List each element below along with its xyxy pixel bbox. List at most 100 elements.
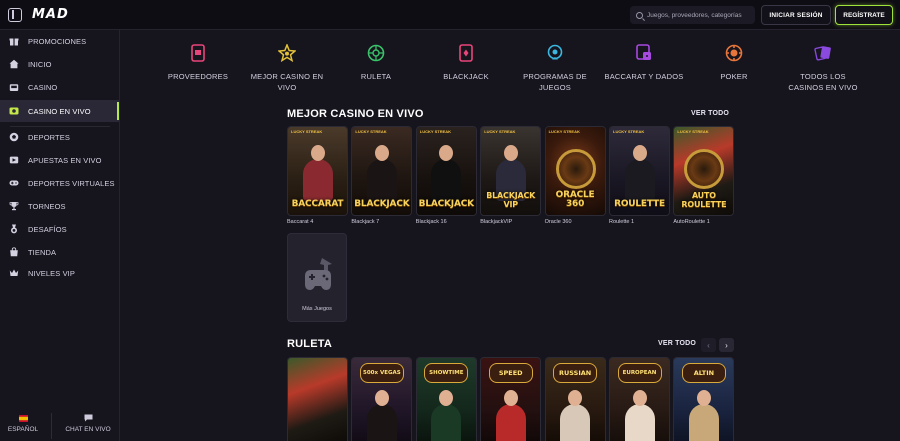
next-arrow-button[interactable]: ›: [719, 338, 734, 352]
roulette-game-card[interactable]: SHOWTIME: [415, 357, 477, 441]
game-card-title-art: SPEED: [488, 363, 533, 383]
see-all-best-live[interactable]: VER TODO: [691, 110, 729, 117]
game-card-label[interactable]: Oracle 360: [545, 219, 572, 225]
roulette-game-card[interactable]: EUROPEAN: [609, 357, 670, 441]
sidebar-item-label: DESAFÍOS: [28, 224, 67, 234]
spain-flag-icon: [18, 413, 28, 423]
medal-icon: [9, 224, 19, 234]
sidebar-item-deportes-virtuales[interactable]: DEPORTES VIRTUALES: [0, 172, 119, 194]
site-logo[interactable]: MAD: [32, 7, 69, 22]
home-icon: [9, 59, 19, 69]
dice-icon: [635, 44, 653, 62]
soccer-ball-icon: [9, 132, 19, 142]
language-label: ESPAÑOL: [7, 426, 39, 433]
sidebar-item-torneos[interactable]: TORNEOS: [0, 195, 119, 217]
roulette-game-card[interactable]: LUCKY STREAKAUTO ROULETTE: [287, 357, 348, 441]
dealer-figure: [624, 390, 655, 441]
game-card-title-art: EUROPEAN: [617, 363, 662, 383]
sidebar-item-label: APUESTAS EN VIVO: [28, 155, 102, 165]
category-ruleta[interactable]: RULETA: [336, 44, 416, 82]
sidebar-item-promociones[interactable]: PROMOCIONES: [0, 30, 119, 52]
roulette-icon: [367, 44, 385, 62]
game-card[interactable]: LUCKY STREAK BLACKJACK VIP: [480, 126, 542, 216]
category-baccarat-y-dados[interactable]: BACCARAT Y DADOS: [604, 44, 684, 82]
providers-icon: [189, 44, 207, 62]
game-card-label[interactable]: BlackjackVIP: [480, 219, 512, 225]
prev-arrow-button[interactable]: ‹: [701, 338, 716, 352]
roulette-wheel-graphic: [555, 149, 596, 189]
game-card-title-art: BACCARAT: [291, 199, 344, 209]
category-blackjack[interactable]: BLACKJACK: [426, 44, 506, 82]
category-label: MEJOR CASINO EN VIVO: [250, 72, 324, 92]
game-card-title-art: SHOWTIME: [424, 363, 469, 383]
game-card-label[interactable]: Blackjack 16: [416, 219, 447, 225]
dealer-figure: [431, 145, 462, 201]
shop-icon: [9, 247, 19, 257]
login-button[interactable]: INICIAR SESIÓN: [761, 5, 831, 25]
search-input[interactable]: [647, 11, 752, 19]
game-card-title-art: BLACKJACK: [418, 199, 474, 209]
category-poker[interactable]: POKER: [694, 44, 774, 82]
game-card[interactable]: LUCKY STREAK ORACLE 360: [544, 126, 606, 216]
category-label: POKER: [720, 72, 748, 81]
game-card-label[interactable]: Roulette 1: [609, 219, 634, 225]
game-card-title-art: ORACLE 360: [555, 190, 595, 209]
sidebar-item-deportes[interactable]: DEPORTES: [0, 126, 119, 148]
category-todos-los-casinos[interactable]: TODOS LOS CASINOS EN VIVO: [783, 44, 863, 93]
game-card[interactable]: LUCKY STREAK ROULETTE: [609, 126, 670, 216]
game-card-label[interactable]: AutoRoulette 1: [673, 219, 709, 225]
roulette-game-card[interactable]: ALTIN: [673, 357, 735, 441]
category-label: PROGRAMAS DE JUEGOS: [523, 72, 587, 92]
provider-logo: LUCKY STREAK: [419, 129, 452, 134]
sidebar-item-desafios[interactable]: DESAFÍOS: [0, 218, 119, 240]
roulette-game-card[interactable]: 500x VEGAS: [351, 357, 413, 441]
game-card[interactable]: LUCKY STREAK BLACKJACK: [415, 126, 477, 216]
more-games-card[interactable]: Más Juegos: [287, 233, 347, 322]
sidebar-item-label: DEPORTES: [28, 132, 70, 142]
category-label: BACCARAT Y DADOS: [604, 72, 684, 81]
sidebar-item-niveles-vip[interactable]: NIVELES VIP: [0, 262, 119, 284]
game-card-label[interactable]: Baccarat 4: [287, 219, 313, 225]
game-card[interactable]: LUCKY STREAK BACCARAT: [287, 126, 348, 216]
live-chat-button[interactable]: CHAT EN VIVO: [60, 413, 116, 433]
dealer-figure: [560, 390, 591, 441]
sidebar-item-inicio[interactable]: INICIO: [0, 53, 119, 75]
sidebar-toggle-icon[interactable]: [8, 8, 22, 22]
sidebar-item-label: TORNEOS: [28, 201, 66, 211]
category-proveedores[interactable]: PROVEEDORES: [158, 44, 238, 82]
game-card[interactable]: LUCKY STREAK BLACKJACK: [351, 126, 413, 216]
game-card-art: [288, 358, 347, 441]
category-programas-de-juegos[interactable]: PROGRAMAS DE JUEGOS: [515, 44, 595, 93]
chat-icon: [84, 413, 93, 423]
chevron-right-icon: ›: [725, 340, 728, 350]
section-title-ruleta: RULETA: [287, 338, 332, 350]
dealer-figure: [495, 390, 526, 441]
sidebar-item-apuestas-en-vivo[interactable]: APUESTAS EN VIVO: [0, 149, 119, 171]
dealer-figure: [624, 145, 655, 201]
sidebar-item-casino-en-vivo[interactable]: CASINO EN VIVO: [0, 100, 119, 122]
category-label: BLACKJACK: [443, 72, 489, 81]
sidebar-item-casino[interactable]: CASINO: [0, 76, 119, 98]
dealer-figure: [366, 390, 397, 441]
more-games-label: Más Juegos: [302, 306, 332, 312]
register-button[interactable]: REGÍSTRATE: [835, 5, 893, 25]
live-bets-icon: [9, 155, 19, 165]
language-selector[interactable]: ESPAÑOL: [8, 413, 38, 433]
star-icon: [278, 44, 296, 62]
search-box[interactable]: [630, 6, 755, 24]
roulette-game-card[interactable]: SPEED: [480, 357, 542, 441]
sidebar-item-tienda[interactable]: TIENDA: [0, 241, 119, 263]
game-card[interactable]: LUCKY STREAK AUTO ROULETTE: [673, 126, 735, 216]
roulette-game-card[interactable]: RUSSIAN: [544, 357, 606, 441]
see-all-ruleta[interactable]: VER TODO: [658, 340, 696, 347]
category-label: TODOS LOS CASINOS EN VIVO: [788, 72, 858, 92]
dealer-figure: [366, 145, 397, 201]
chat-label: CHAT EN VIVO: [65, 426, 111, 433]
game-card-label[interactable]: Blackjack 7: [351, 219, 379, 225]
category-mejor-casino-en-vivo[interactable]: MEJOR CASINO EN VIVO: [247, 44, 327, 93]
gamepad-icon: [9, 178, 19, 188]
provider-logo: LUCKY STREAK: [613, 129, 645, 134]
footer-separator: [51, 413, 52, 439]
sidebar-item-label: PROMOCIONES: [28, 36, 87, 46]
chevron-left-icon: ‹: [707, 340, 710, 350]
